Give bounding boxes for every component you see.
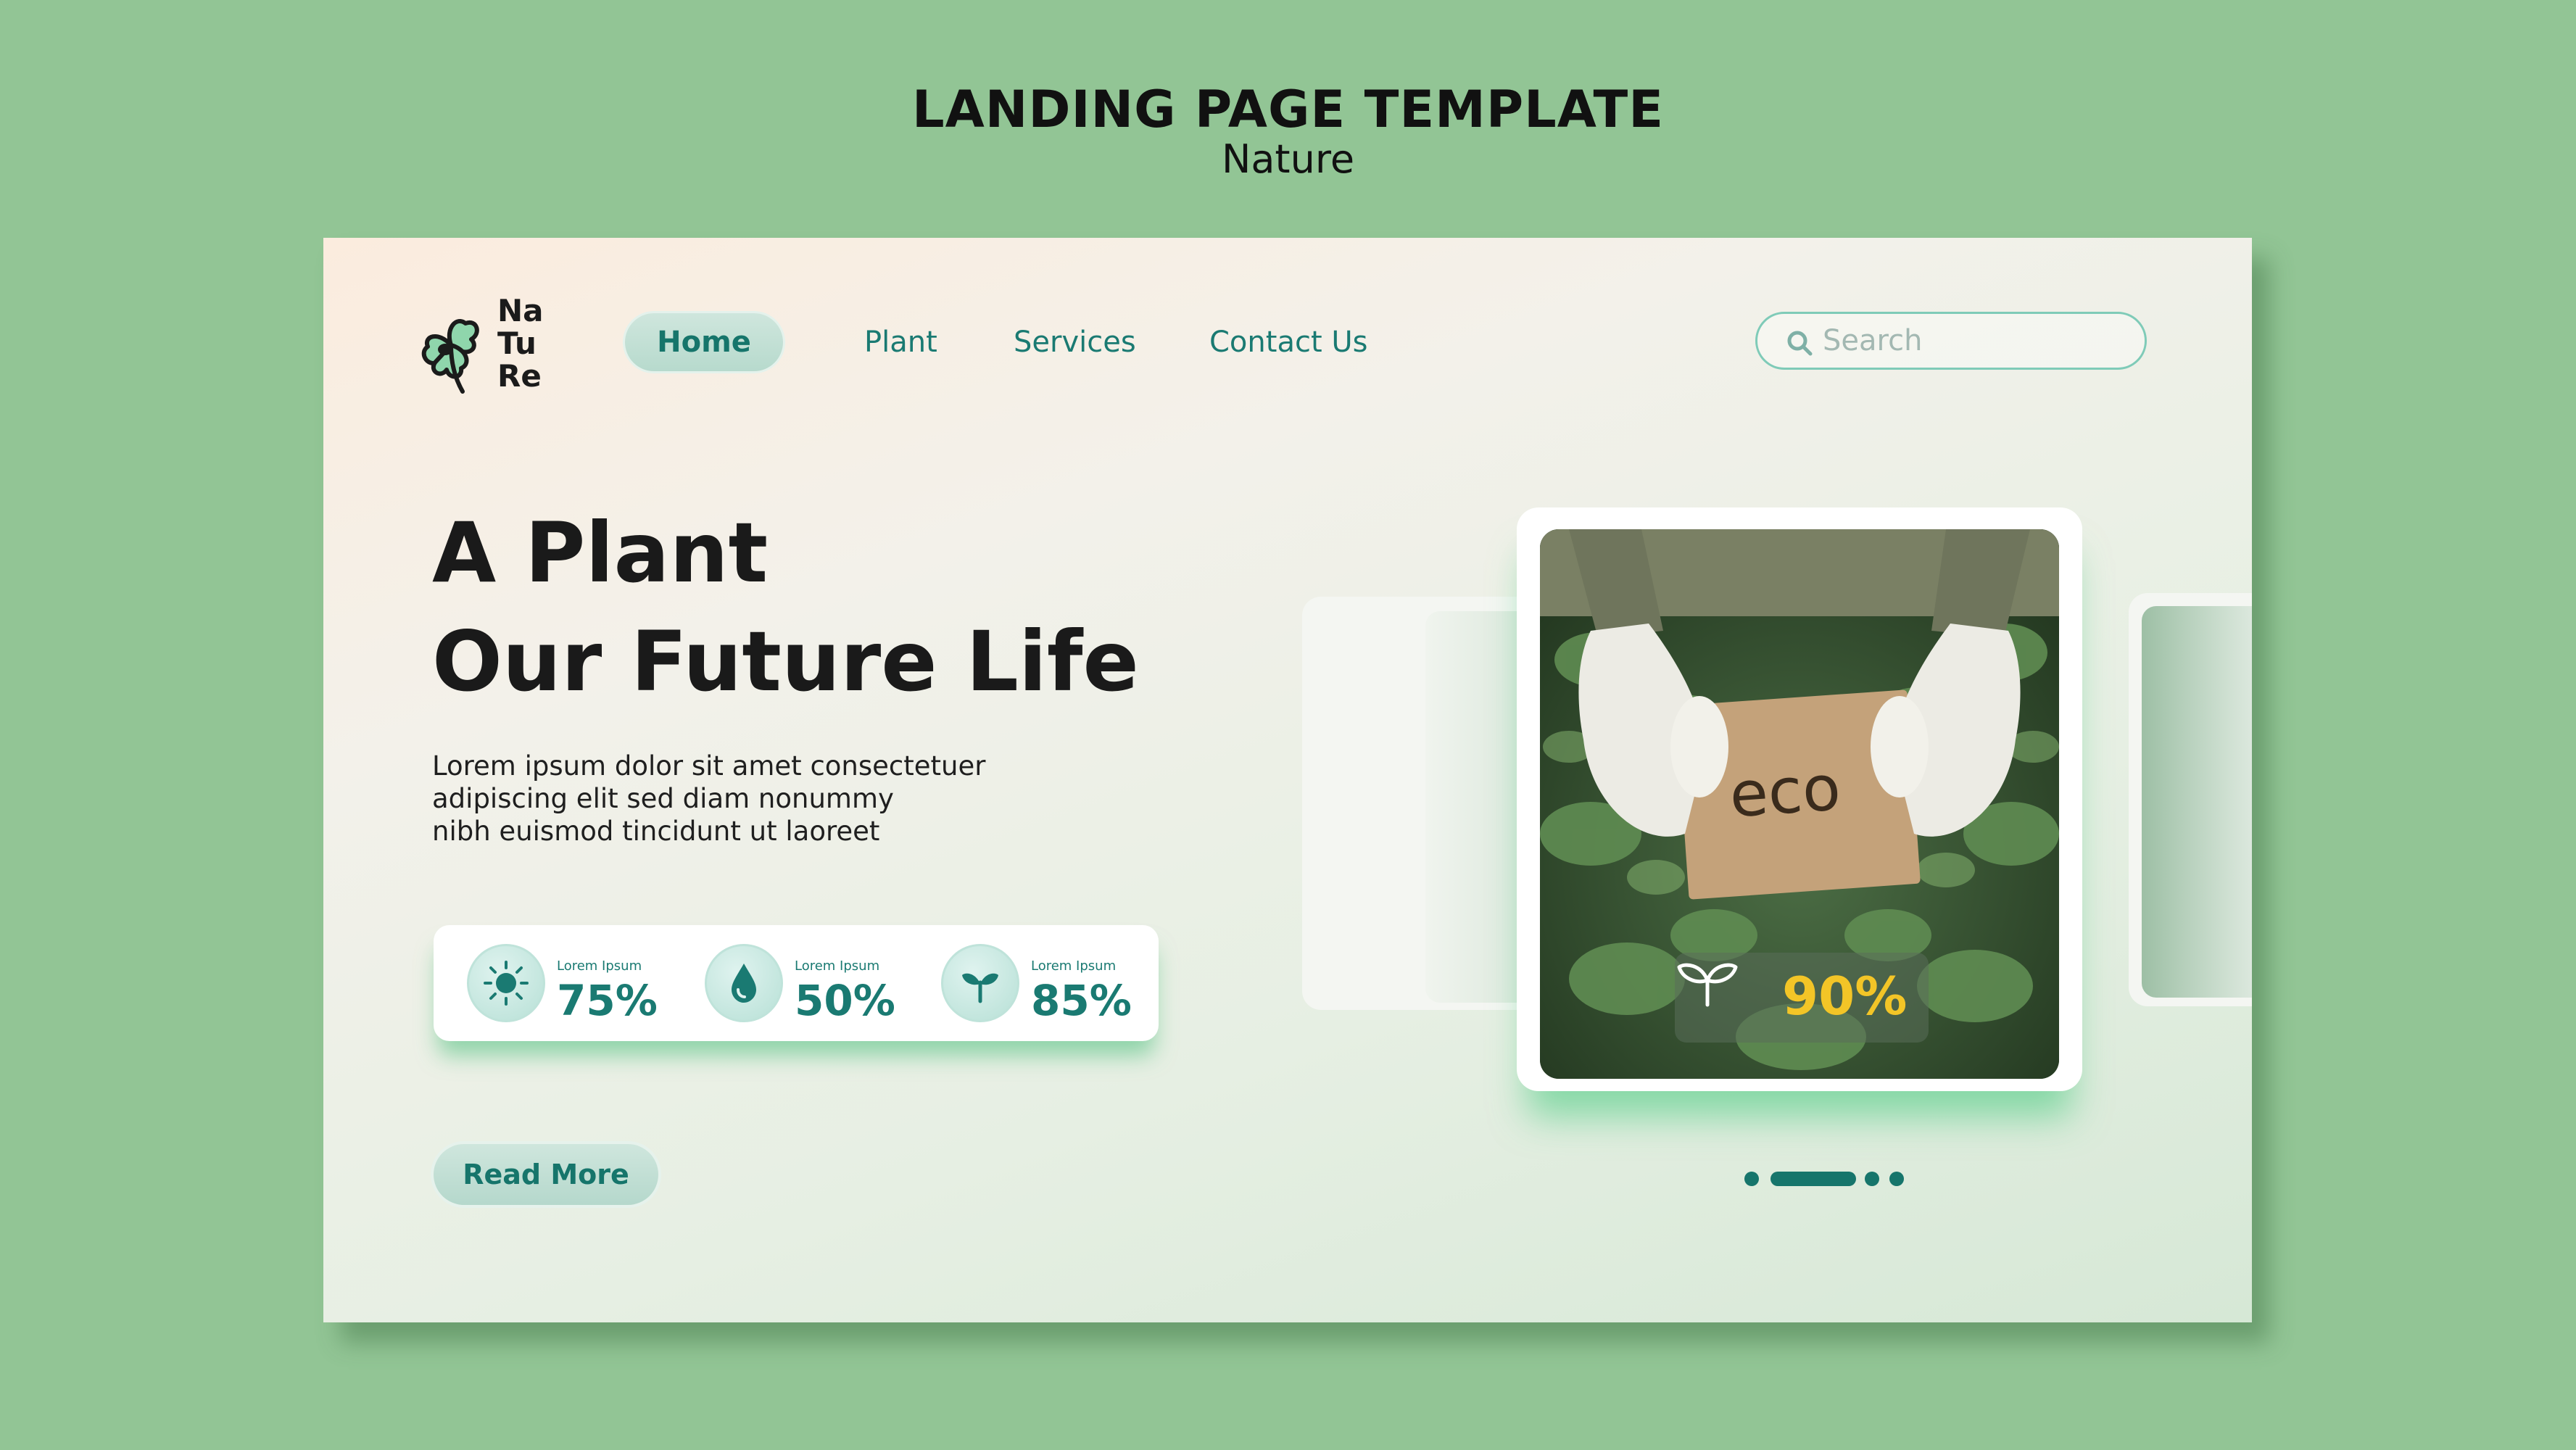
hero-title-line: A Plant (432, 505, 769, 601)
stat-item: Lorem Ipsum 50% (705, 941, 937, 1028)
nav-contact-us[interactable]: Contact Us (1209, 313, 1367, 371)
pagination-dot[interactable] (1889, 1172, 1904, 1186)
logo-line: Na (497, 293, 544, 328)
hero-description-line: adipiscing elit sed diam nonummy (432, 783, 894, 814)
gallery-slide-next[interactable] (2129, 593, 2252, 1006)
sun-icon (467, 944, 545, 1022)
hero-description-line: Lorem ipsum dolor sit amet consectetuer (432, 750, 986, 782)
hero-description: Lorem ipsum dolor sit amet consectetuer … (432, 750, 1085, 848)
badge-value: 90% (1782, 966, 1908, 1027)
read-more-button[interactable]: Read More (434, 1144, 658, 1205)
eco-photo: eco 90% (1540, 529, 2059, 1079)
stat-item: Lorem Ipsum 75% (467, 941, 699, 1028)
stat-value: 75% (557, 976, 658, 1025)
landing-page-card: Na Tu Re Home Plant Services Contact Us … (323, 238, 2252, 1322)
search-placeholder: Search (1823, 324, 1923, 357)
search-input[interactable]: Search (1755, 312, 2147, 370)
hero-title-line: Our Future Life (432, 613, 1139, 710)
pagination-dot[interactable] (1865, 1172, 1879, 1186)
presentation-title: LANDING PAGE TEMPLATE (911, 80, 1665, 139)
logo-text: Na Tu Re (497, 294, 584, 392)
slider-pagination (1744, 1167, 1918, 1189)
logo-line: Tu (497, 326, 537, 361)
pagination-dot[interactable] (1744, 1172, 1759, 1186)
svg-text:eco: eco (1727, 752, 1842, 832)
stat-item: Lorem Ipsum 85% (941, 941, 1173, 1028)
sprout-icon (1677, 963, 1738, 1007)
stat-value: 85% (1031, 976, 1132, 1025)
nav-services[interactable]: Services (1014, 313, 1136, 371)
nav-plant[interactable]: Plant (864, 313, 937, 371)
gallery-slide-active[interactable]: eco 90% (1517, 508, 2082, 1091)
hero-description-line: nibh euismod tincidunt ut laoreet (432, 816, 880, 847)
water-drop-icon (705, 944, 783, 1022)
presentation-subtitle: Nature (1221, 136, 1355, 182)
pagination-dot-active[interactable] (1771, 1172, 1856, 1186)
stat-label: Lorem Ipsum (557, 958, 642, 974)
hero-title: A Plant Our Future Life (432, 499, 1302, 716)
growth-badge: 90% (1675, 953, 1929, 1043)
clover-icon (421, 319, 479, 394)
search-icon (1787, 331, 1813, 356)
stats-panel: Lorem Ipsum 75% Lorem Ipsum 50% Lorem Ip… (434, 925, 1159, 1041)
stat-value: 50% (795, 976, 895, 1025)
slide-image (2142, 606, 2252, 998)
nav-home[interactable]: Home (625, 313, 783, 371)
stat-label: Lorem Ipsum (1031, 958, 1117, 974)
logo-line: Re (497, 358, 542, 394)
sprout-icon (941, 944, 1019, 1022)
stat-label: Lorem Ipsum (795, 958, 880, 974)
